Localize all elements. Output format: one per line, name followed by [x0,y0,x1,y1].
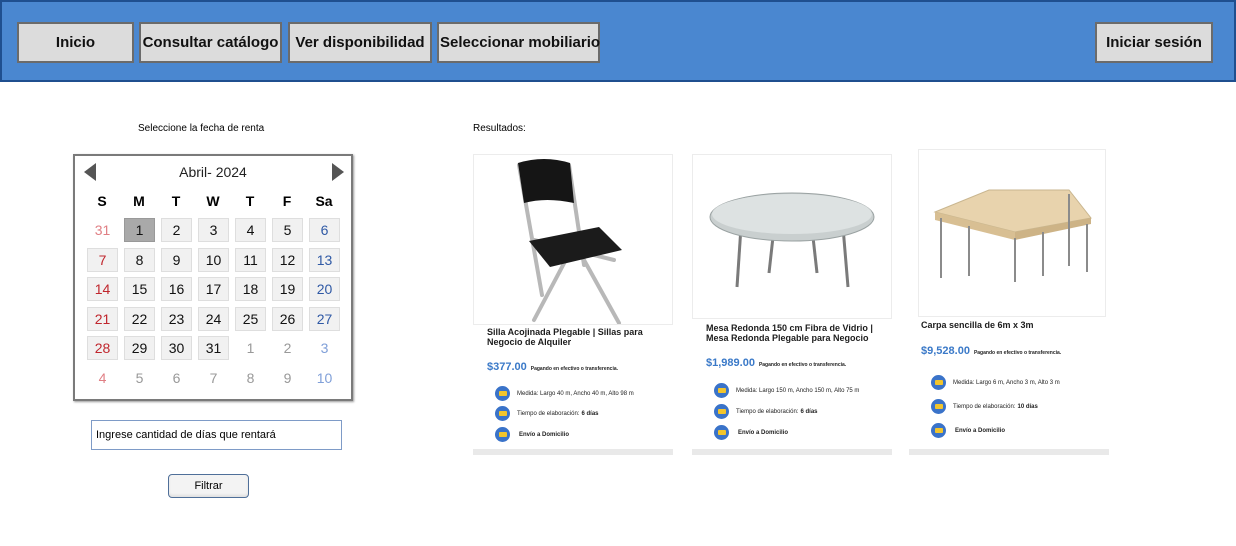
calendar-day[interactable]: 3 [309,336,340,360]
calendar-month-title: Abril- 2024 [179,164,247,180]
calendar-day[interactable]: 28 [87,336,118,360]
calendar-day[interactable]: 16 [161,277,192,301]
product-image-chair [473,154,673,325]
login-button[interactable]: Iniciar sesión [1095,22,1213,63]
calendar: Abril- 2024 S M T W T F Sa 31 1 2 3 4 5 6 7 8 9 10 11 12 13 1… [73,154,353,401]
calendar-day[interactable]: 15 [124,277,155,301]
weekday-header: W [206,193,220,209]
feature-medida: Medida: Largo 6 m, Ancho 3 m, Alto 3 m [931,375,1060,390]
nav-disponibilidad-button[interactable]: Ver disponibilidad [288,22,432,63]
clock-icon [495,406,510,421]
calendar-day[interactable]: 23 [161,306,192,331]
calendar-day[interactable]: 11 [235,247,266,272]
nav-inicio-button[interactable]: Inicio [17,22,134,63]
next-month-icon[interactable] [332,163,344,181]
nav-catalogo-button[interactable]: Consultar catálogo [139,22,282,63]
truck-icon [495,427,510,442]
filter-button[interactable]: Filtrar [168,474,249,498]
calendar-day[interactable]: 30 [161,336,192,360]
feature-tiempo: Tiempo de elaboración: 6 días [714,404,818,419]
results-label: Resultados: [473,123,526,134]
ruler-icon [714,383,729,398]
feature-envio: Envío a Domicilio [714,425,788,440]
product-name: Silla Acojinada Plegable | Sillas para N… [487,327,643,347]
clock-icon [931,399,946,414]
calendar-day[interactable]: 19 [272,277,303,301]
calendar-day[interactable]: 9 [161,247,192,272]
calendar-day[interactable]: 27 [309,306,340,331]
weekday-header: T [245,193,255,209]
calendar-day[interactable]: 10 [198,247,229,272]
product-price: $377.00 Pagando en efectivo o transferenc… [487,361,619,373]
calendar-day[interactable]: 14 [87,277,118,301]
weekday-header: Sa [315,193,333,209]
calendar-day[interactable]: 1 [235,336,266,360]
weekday-header: S [97,193,107,209]
calendar-day[interactable]: 12 [272,247,303,272]
calendar-day[interactable]: 10 [309,366,340,390]
calendar-day[interactable]: 7 [87,247,118,272]
ruler-icon [931,375,946,390]
feature-medida: Medida: Largo 150 m, Ancho 150 m, Alto 7… [714,383,859,398]
calendar-day[interactable]: 18 [235,277,266,301]
product-price: $1,989.00 Pagando en efectivo o transfere… [706,357,847,369]
feature-envio: Envío a Domicilio [931,423,1005,438]
product-image-tent [918,149,1106,317]
calendar-day[interactable]: 8 [235,366,266,390]
calendar-day[interactable]: 3 [198,218,229,242]
truck-icon [931,423,946,438]
calendar-day[interactable]: 31 [87,218,118,242]
calendar-day[interactable]: 13 [309,247,340,272]
weekday-header: F [282,193,292,209]
feature-medida: Medida: Largo 40 m, Ancho 40 m, Alto 98 … [495,386,634,401]
feature-tiempo: Tiempo de elaboración: 6 días [495,406,599,421]
top-nav-bar: Inicio Consultar catálogo Ver disponibil… [0,0,1236,82]
calendar-day[interactable]: 25 [235,306,266,331]
product-name: Mesa Redonda 150 cm Fibra de Vidrio | Me… [706,323,873,343]
calendar-day[interactable]: 17 [198,277,229,301]
product-name: Carpa sencilla de 6m x 3m [921,320,1034,330]
calendar-day[interactable]: 2 [161,218,192,242]
calendar-day[interactable]: 7 [198,366,229,390]
truck-icon [714,425,729,440]
ruler-icon [495,386,510,401]
calendar-day[interactable]: 6 [161,366,192,390]
product-card-chair[interactable]: Silla Acojinada Plegable | Sillas para N… [473,154,673,455]
product-card-tent[interactable]: Carpa sencilla de 6m x 3m $9,528.00 Pagan… [909,149,1109,455]
calendar-day[interactable]: 4 [235,218,266,242]
calendar-day[interactable]: 21 [87,306,118,331]
feature-envio: Envío a Domicilio [495,427,569,442]
calendar-day[interactable]: 6 [309,218,340,242]
product-card-table[interactable]: Mesa Redonda 150 cm Fibra de Vidrio | Me… [692,154,892,455]
product-price: $9,528.00 Pagando en efectivo o transfere… [921,345,1062,357]
calendar-day[interactable]: 8 [124,247,155,272]
calendar-day[interactable]: 2 [272,336,303,360]
calendar-day[interactable]: 31 [198,336,229,360]
calendar-day[interactable]: 24 [198,306,229,331]
calendar-day[interactable]: 22 [124,306,155,331]
calendar-day[interactable]: 20 [309,277,340,301]
calendar-day[interactable]: 29 [124,336,155,360]
clock-icon [714,404,729,419]
nav-seleccionar-button[interactable]: Seleccionar mobiliario [437,22,600,63]
product-image-table [692,154,892,319]
calendar-day[interactable]: 1 [124,218,155,242]
calendar-day[interactable]: 5 [124,366,155,390]
rental-days-input[interactable] [91,420,342,450]
calendar-day[interactable]: 5 [272,218,303,242]
date-label: Seleccione la fecha de renta [138,123,265,134]
weekday-header: T [171,193,181,209]
calendar-day[interactable]: 4 [87,366,118,390]
calendar-day[interactable]: 26 [272,306,303,331]
calendar-day[interactable]: 9 [272,366,303,390]
weekday-header: M [133,193,145,209]
feature-tiempo: Tiempo de elaboración: 10 días [931,399,1038,414]
